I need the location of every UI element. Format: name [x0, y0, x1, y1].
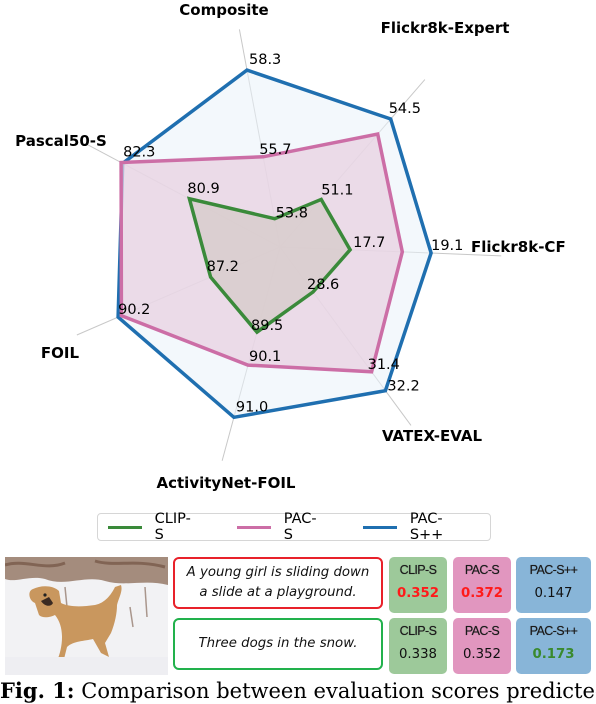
- score-card-pac-s-plus: PAC-S++ 0.147: [516, 557, 591, 613]
- axis-label-pascal50-s: Pascal50-S: [15, 132, 107, 150]
- legend-item-pac-s-plus: PAC-S++: [363, 511, 472, 543]
- value-label: 28.6: [307, 277, 339, 293]
- value-label: 32.2: [387, 379, 419, 395]
- figure-caption: Fig. 1: Comparison between evaluation sc…: [0, 678, 596, 703]
- chart-legend: CLIP-S PAC-S PAC-S++: [97, 511, 491, 543]
- caption-line: A young girl is sliding down: [186, 565, 370, 580]
- value-label: 31.4: [368, 357, 400, 373]
- score-metric: PAC-S++: [529, 624, 578, 638]
- caption-correct: Three dogs in the snow.: [173, 618, 383, 670]
- score-value: 0.173: [532, 647, 575, 662]
- axis-label-vatex-eval: VATEX-EVAL: [382, 427, 483, 445]
- axis-label-activitynet-foil: ActivityNet-FOIL: [157, 474, 296, 492]
- caption-incorrect: A young girl is sliding down a slide at …: [173, 557, 383, 609]
- caption-line: Three dogs in the snow.: [198, 636, 358, 651]
- axis-label-composite: Composite: [179, 1, 268, 19]
- photo-illustration: [5, 557, 168, 675]
- legend-label: CLIP-S: [154, 511, 191, 543]
- value-label: 17.7: [353, 235, 385, 251]
- legend-item-pac-s: PAC-S: [237, 511, 323, 543]
- value-label: 51.1: [321, 182, 353, 198]
- score-card-pac-s: PAC-S 0.352: [453, 618, 511, 674]
- value-label: 89.5: [251, 318, 283, 334]
- score-card-clip-s: CLIP-S 0.338: [389, 618, 447, 674]
- axis-label-foil: FOIL: [41, 344, 80, 362]
- value-label: 54.5: [389, 101, 421, 117]
- score-value: 0.352: [462, 647, 502, 662]
- value-label: 55.7: [259, 142, 291, 158]
- legend-swatch-clip-s: [108, 525, 142, 529]
- axis-label-flickr8k-expert: Flickr8k-Expert: [381, 19, 510, 37]
- score-metric: PAC-S: [464, 563, 500, 577]
- legend-item-clip-s: CLIP-S: [108, 511, 197, 543]
- figure-label: Fig. 1:: [0, 678, 75, 703]
- score-value: 0.338: [398, 647, 438, 662]
- axis-label-flickr8k-cf: Flickr8k-CF: [471, 238, 566, 256]
- value-label: 90.2: [118, 302, 150, 318]
- value-label: 58.3: [249, 52, 281, 68]
- score-metric: CLIP-S: [399, 624, 437, 638]
- score-card-pac-s-plus: PAC-S++ 0.173: [516, 618, 591, 674]
- legend-swatch-pac-s: [237, 525, 271, 529]
- value-label: 82.3: [123, 145, 155, 161]
- legend-swatch-pac-s-plus: [363, 525, 397, 529]
- score-value: 0.372: [460, 586, 504, 601]
- value-label: 80.9: [187, 181, 219, 197]
- score-card-clip-s: CLIP-S 0.352: [389, 557, 447, 613]
- score-metric: PAC-S: [464, 624, 500, 638]
- legend-label: PAC-S: [283, 511, 317, 543]
- figure-caption-text: Comparison between evaluation scores pre…: [81, 679, 596, 703]
- value-label: 90.1: [249, 349, 281, 365]
- value-label: 91.0: [236, 399, 268, 415]
- radar-chart: 58.3 54.5 19.1 32.2 91.0 90.2 82.3 55.7 31.4 90.1…: [15, 1, 566, 492]
- value-label: 53.8: [276, 206, 308, 222]
- score-metric: CLIP-S: [399, 563, 437, 577]
- score-metric: PAC-S++: [529, 563, 578, 577]
- caption-line: a slide at a playground.: [199, 585, 357, 600]
- value-label: 19.1: [431, 238, 463, 254]
- value-label: 87.2: [207, 259, 239, 275]
- dog-in-snow-photo: [5, 557, 168, 675]
- legend-label: PAC-S++: [409, 511, 444, 543]
- score-value: 0.352: [396, 586, 440, 601]
- score-card-pac-s: PAC-S 0.372: [453, 557, 511, 613]
- score-value: 0.147: [534, 586, 573, 601]
